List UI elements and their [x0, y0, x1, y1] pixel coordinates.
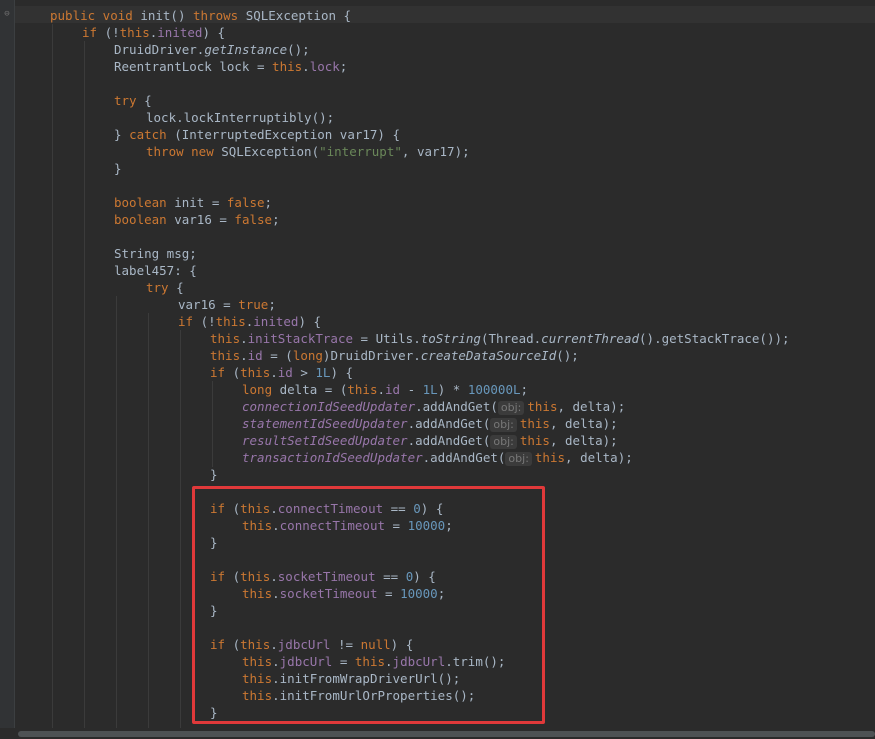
annotation-highlight-box: [192, 486, 545, 724]
code-line: ReentrantLock lock = this.lock;: [114, 59, 348, 74]
fold-toggle-icon[interactable]: ⊖: [3, 10, 11, 19]
code-line: }: [210, 467, 218, 482]
indent-guide: [84, 41, 85, 728]
code-line: resultSetIdSeedUpdater.addAndGet(obj: thi…: [242, 433, 618, 449]
parameter-hint: obj:: [497, 401, 525, 415]
code-line: this.initStackTrace = Utils.toString(Thr…: [210, 331, 790, 346]
code-line: long delta = (this.id - 1L) * 100000L;: [242, 382, 529, 397]
code-line: boolean var16 = false;: [114, 212, 280, 227]
parameter-hint: obj:: [505, 452, 532, 466]
code-line: boolean init = false;: [114, 195, 273, 210]
code-line: }: [114, 161, 122, 176]
indent-guide: [116, 296, 117, 728]
code-line: transactionIdSeedUpdater.addAndGet(obj: t…: [242, 450, 633, 466]
horizontal-scrollbar[interactable]: [0, 728, 875, 739]
code-line: lock.lockInterruptibly();: [146, 110, 335, 125]
code-line: DruidDriver.getInstance();: [114, 42, 310, 57]
code-line: label457: {: [114, 263, 197, 278]
scrollbar-thumb[interactable]: [18, 731, 875, 737]
indent-guide: [212, 381, 213, 467]
indent-guide: [148, 313, 149, 728]
parameter-hint: obj:: [490, 418, 517, 432]
code-line: if (!this.inited) {: [82, 25, 226, 40]
code-line: try {: [146, 280, 184, 295]
code-line: connectionIdSeedUpdater.addAndGet(obj: th…: [242, 399, 626, 415]
code-line: String msg;: [114, 246, 197, 261]
indent-guide: [52, 24, 53, 728]
editor-gutter: ⊖: [0, 0, 15, 739]
code-line: if (this.id > 1L) {: [210, 365, 354, 380]
code-line: statementIdSeedUpdater.addAndGet(obj: thi…: [242, 416, 618, 432]
code-line: try {: [114, 93, 152, 108]
code-line: } catch (InterruptedException var17) {: [114, 127, 400, 142]
indent-guide: [180, 330, 181, 728]
code-line: if (!this.inited) {: [178, 314, 322, 329]
code-line: throw new SQLException("interrupt", var1…: [146, 144, 470, 159]
code-line: this.id = (long)DruidDriver.createDataSo…: [210, 348, 579, 363]
code-line: var16 = true;: [178, 297, 276, 312]
parameter-hint: obj:: [490, 435, 517, 449]
code-editor[interactable]: ⊖ public void init() throws SQLException…: [0, 0, 875, 739]
code-line: public void init() throws SQLException {: [50, 8, 352, 23]
